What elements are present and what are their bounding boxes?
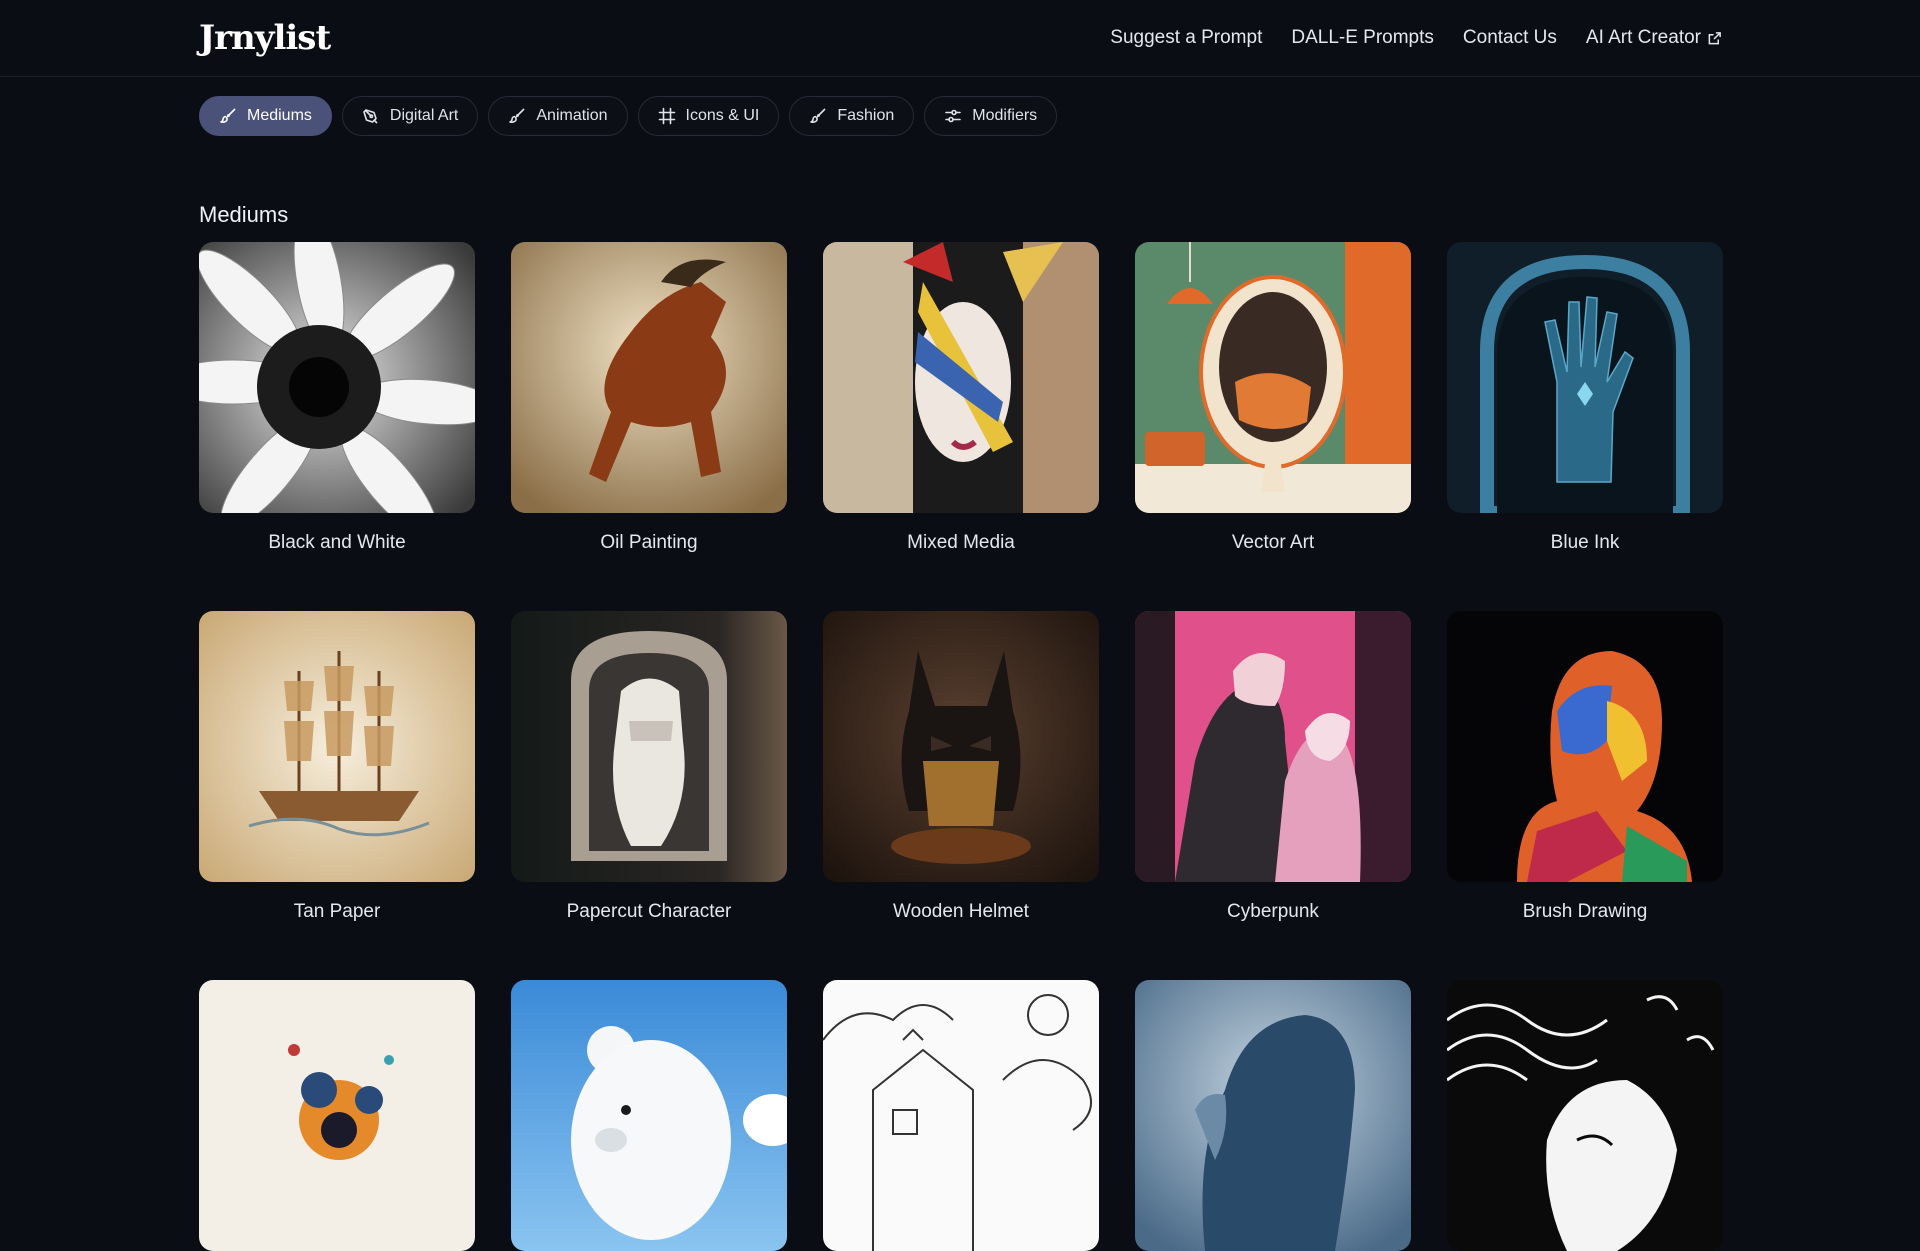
nav-suggest-prompt[interactable]: Suggest a Prompt [1110, 27, 1262, 49]
tab-modifiers[interactable]: Modifiers [924, 96, 1058, 136]
brush-icon [219, 107, 237, 125]
card-grid-row-3 [199, 980, 1723, 1251]
sliders-icon [944, 107, 962, 125]
card-black-and-white[interactable]: Black and White [199, 242, 475, 554]
main-content: Mediums Digital Art Animation Icons & UI… [199, 96, 1723, 1251]
nav-contact-us[interactable]: Contact Us [1463, 27, 1557, 49]
card-image [511, 611, 787, 882]
card-coloring-page[interactable] [823, 980, 1099, 1251]
card-label: Blue Ink [1550, 532, 1620, 553]
tab-label: Fashion [837, 107, 895, 124]
brush-icon [809, 107, 827, 125]
card-oil-painting[interactable]: Oil Painting [511, 242, 787, 554]
card-blue-ink[interactable]: Blue Ink [1447, 242, 1723, 554]
card-image [823, 611, 1099, 882]
tab-icons-ui[interactable]: Icons & UI [637, 96, 780, 136]
card-grid-row-1: Black and White Oil Painting Mixed Media… [199, 242, 1723, 554]
card-cyberpunk[interactable]: Cyberpunk [1135, 611, 1411, 923]
header-container: Jrnylist Suggest a Prompt DALL-E Prompts… [199, 18, 1722, 58]
card-image [1447, 980, 1723, 1251]
card-image [199, 980, 475, 1251]
nav-ai-art-creator-label: AI Art Creator [1585, 27, 1701, 48]
external-link-icon [1707, 31, 1722, 46]
card-image [1135, 980, 1411, 1251]
card-image [1135, 611, 1411, 882]
card-grid-row-2: Tan Paper Papercut Character Wooden Helm… [199, 611, 1723, 923]
card-cyanotype[interactable] [1135, 980, 1411, 1251]
tab-fashion[interactable]: Fashion [789, 96, 915, 136]
tab-label: Digital Art [389, 107, 459, 124]
card-image [823, 242, 1099, 513]
category-tabs: Mediums Digital Art Animation Icons & UI… [199, 96, 1722, 136]
card-label: Vector Art [1231, 532, 1315, 553]
card-vector-art[interactable]: Vector Art [1135, 242, 1411, 554]
card-tan-paper[interactable]: Tan Paper [199, 611, 475, 923]
nav-dalle-prompts[interactable]: DALL-E Prompts [1291, 27, 1434, 49]
card-label: Brush Drawing [1522, 901, 1648, 922]
card-image [1447, 611, 1723, 882]
card-label: Wooden Helmet [893, 901, 1029, 922]
nav-ai-art-creator[interactable]: AI Art Creator [1586, 27, 1722, 49]
card-image [1135, 242, 1411, 513]
tab-digital-art[interactable]: Digital Art [341, 96, 479, 136]
card-label: Tan Paper [293, 901, 381, 922]
card-image [511, 980, 787, 1251]
card-label: Mixed Media [907, 532, 1015, 553]
card-image [511, 242, 787, 513]
brush-icon [508, 107, 526, 125]
tab-label: Icons & UI [685, 107, 760, 124]
tab-label: Animation [536, 107, 608, 124]
tab-label: Modifiers [972, 107, 1038, 124]
card-label: Black and White [268, 532, 406, 553]
main-nav: Suggest a Prompt DALL-E Prompts Contact … [1110, 27, 1722, 49]
card-image [199, 242, 475, 513]
card-fluffy-bear[interactable] [511, 980, 787, 1251]
card-wooden-helmet[interactable]: Wooden Helmet [823, 611, 1099, 923]
card-papercut-character[interactable]: Papercut Character [511, 611, 787, 923]
tab-mediums[interactable]: Mediums [199, 96, 332, 136]
tab-label: Mediums [247, 107, 312, 124]
card-ink-splash[interactable] [199, 980, 475, 1251]
pen-tool-icon [362, 107, 380, 125]
tab-animation[interactable]: Animation [488, 96, 628, 136]
card-brush-drawing[interactable]: Brush Drawing [1447, 611, 1723, 923]
card-mixed-media[interactable]: Mixed Media [823, 242, 1099, 554]
card-linocut[interactable] [1447, 980, 1723, 1251]
hash-frame-icon [658, 107, 676, 125]
card-image [823, 980, 1099, 1251]
card-label: Oil Painting [600, 532, 698, 553]
card-image [1447, 242, 1723, 513]
section-title: Mediums [199, 202, 289, 227]
card-image [199, 611, 475, 882]
card-label: Papercut Character [566, 901, 732, 922]
card-label: Cyberpunk [1227, 901, 1319, 922]
site-logo[interactable]: Jrnylist [199, 18, 331, 58]
top-navigation-bar: Jrnylist Suggest a Prompt DALL-E Prompts… [0, 0, 1920, 77]
